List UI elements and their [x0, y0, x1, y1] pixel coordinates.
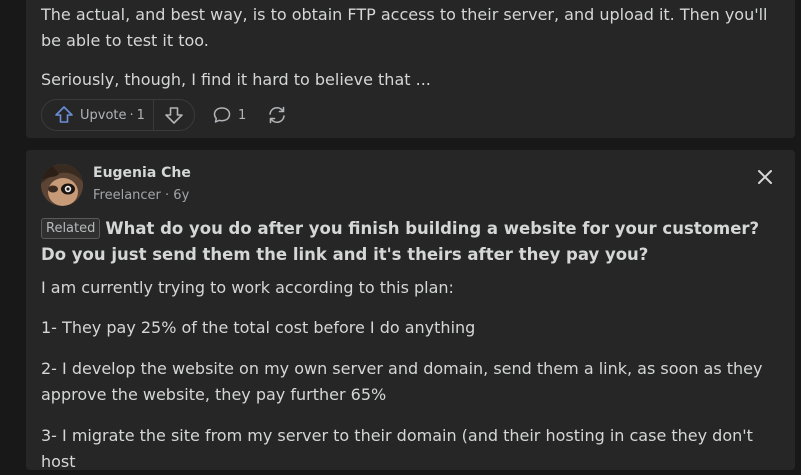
answer-body-line: 1- They pay 25% of the total cost before…: [41, 318, 476, 337]
answer-paragraph: The actual, and best way, is to obtain F…: [41, 5, 768, 50]
answer-paragraph: Seriously, though, I find it hard to bel…: [41, 70, 431, 89]
related-badge: Related: [41, 218, 101, 239]
comment-button[interactable]: 1: [212, 105, 246, 125]
avatar[interactable]: [41, 164, 83, 206]
answer-body-line: I am currently trying to work according …: [41, 278, 454, 297]
close-icon: [758, 170, 772, 184]
previous-answer-card: The actual, and best way, is to obtain F…: [26, 0, 795, 138]
answer-body-line: 3- I migrate the site from my server to …: [41, 426, 753, 471]
upvote-separator: ·: [129, 107, 134, 123]
author-credential: Freelancer · 6y: [93, 188, 190, 203]
question-title[interactable]: What do you do after you finish building…: [41, 219, 759, 264]
action-bar: Upvote · 1 1: [41, 99, 288, 131]
related-question[interactable]: Related What do you do after you finish b…: [41, 216, 781, 268]
comment-icon: [213, 107, 231, 123]
author-name[interactable]: Eugenia Che: [93, 165, 191, 181]
vote-pill: Upvote · 1: [41, 99, 195, 131]
share-button[interactable]: [266, 105, 288, 125]
upvote-button[interactable]: Upvote · 1: [42, 100, 153, 130]
upvote-label: Upvote: [80, 107, 127, 123]
downvote-icon: [165, 107, 183, 124]
upvote-icon: [55, 106, 73, 123]
share-icon: [269, 106, 286, 124]
answer-card: Eugenia Che Freelancer · 6y Related What …: [26, 150, 795, 471]
close-button[interactable]: [754, 166, 776, 188]
comment-count: 1: [237, 107, 247, 123]
upvote-count: 1: [136, 107, 145, 123]
downvote-button[interactable]: [154, 100, 194, 130]
answer-body-line: 2- I develop the website on my own serve…: [41, 359, 763, 404]
avatar-image: [41, 164, 83, 206]
